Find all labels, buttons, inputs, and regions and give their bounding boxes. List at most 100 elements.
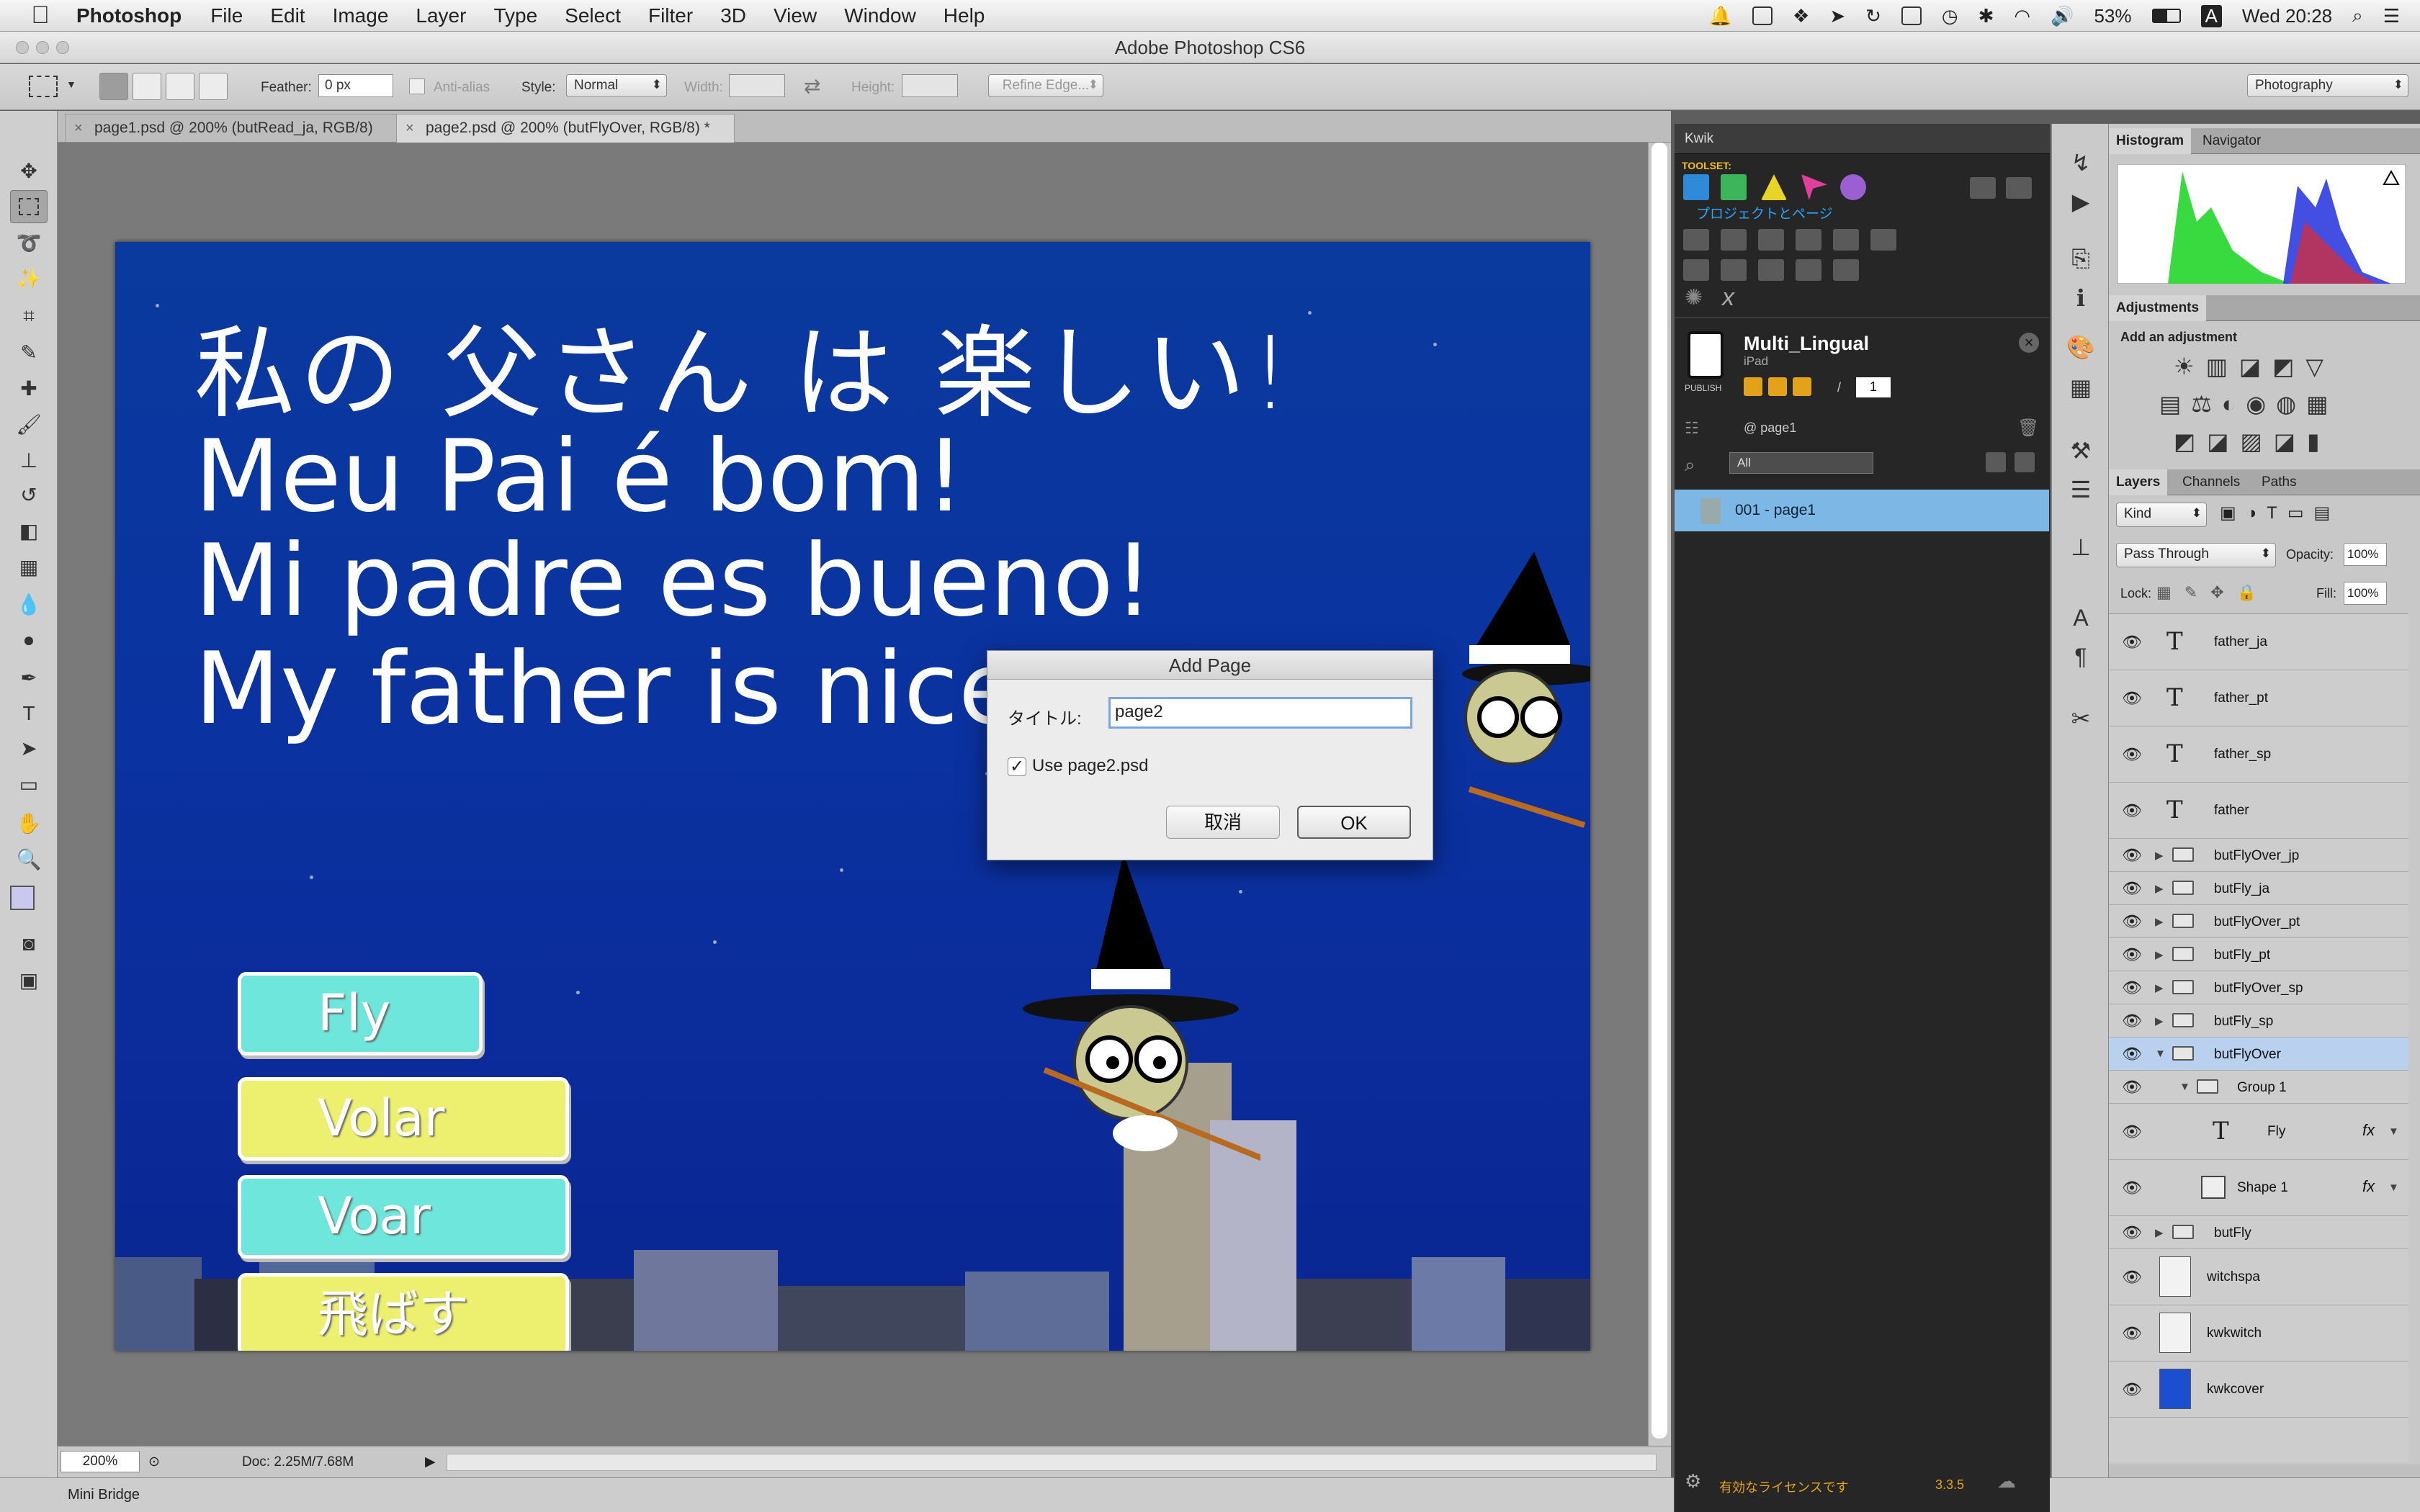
layer-name[interactable]: butFly_sp: [2214, 1014, 2273, 1030]
layer-name[interactable]: Shape 1: [2237, 1180, 2288, 1196]
refine-edge-button[interactable]: Refine Edge...: [988, 74, 1103, 97]
expand-arrow-icon[interactable]: ▶: [2155, 981, 2164, 994]
kwik-page-item[interactable]: 001 - page1: [1675, 490, 2049, 531]
menu-app-name[interactable]: Photoshop: [76, 4, 182, 27]
kwik-terminal-icon[interactable]: [1833, 229, 1859, 251]
layer-row[interactable]: 👁 T father_pt: [2109, 670, 2408, 726]
kwik-alert-icon[interactable]: [1761, 174, 1787, 200]
fx-badge[interactable]: fx: [2362, 1121, 2375, 1140]
ipad-device-icon[interactable]: [1688, 331, 1724, 379]
kwik-timer-icon[interactable]: [1796, 259, 1821, 281]
layer-row[interactable]: 👁 kwkcover: [2109, 1362, 2408, 1418]
kwik-add-page-icon[interactable]: [2015, 452, 2035, 472]
tab-adjustments[interactable]: Adjustments: [2109, 295, 2207, 321]
screen-icon[interactable]: [1752, 6, 1773, 25]
tab-paths[interactable]: Paths: [2254, 469, 2304, 495]
button-voar[interactable]: Voar: [238, 1175, 569, 1259]
healing-brush-tool-icon[interactable]: ✚: [10, 372, 48, 405]
expand-arrow-icon[interactable]: ▶: [2155, 1226, 2164, 1239]
visibility-eye-icon[interactable]: 👁: [2122, 745, 2142, 764]
cancel-button[interactable]: 取消: [1166, 806, 1280, 839]
layer-name[interactable]: Fly: [2267, 1124, 2285, 1140]
expand-arrow-icon[interactable]: ▶: [2155, 882, 2164, 895]
mini-bridge-tab[interactable]: Mini Bridge: [68, 1487, 140, 1503]
status-settings-icon[interactable]: ⊙: [148, 1446, 160, 1478]
layer-row-selected[interactable]: 👁 ▼ butFlyOver: [2109, 1038, 2408, 1071]
chevron-down-icon[interactable]: ▼: [66, 78, 76, 90]
kwik-pointer-icon[interactable]: [1801, 174, 1827, 200]
expand-arrow-icon[interactable]: ▶: [2155, 948, 2164, 961]
kwik-section-label[interactable]: プロジェクトとページ: [1696, 203, 1833, 222]
menu-type[interactable]: Type: [493, 4, 537, 27]
layer-name[interactable]: butFlyOver: [2214, 1047, 2281, 1063]
grid-icon[interactable]: ▦: [2065, 373, 2097, 402]
type-tool-icon[interactable]: T: [10, 697, 48, 730]
layer-row[interactable]: 👁 T father_sp: [2109, 726, 2408, 783]
layer-row[interactable]: 👁 ▶ butFlyOver_jp: [2109, 839, 2408, 872]
anti-alias-checkbox[interactable]: [409, 78, 425, 94]
kwik-grid-icon[interactable]: [1721, 174, 1747, 200]
collapse-arrow-icon[interactable]: ▼: [2179, 1081, 2190, 1093]
history-brush-tool-icon[interactable]: ↺: [10, 478, 48, 511]
visibility-eye-icon[interactable]: 👁: [2122, 1012, 2142, 1030]
layer-row[interactable]: 👁 kwkwitch: [2109, 1305, 2408, 1362]
pen-tool-icon[interactable]: ✒: [10, 661, 48, 694]
layer-row[interactable]: 👁 T father_ja: [2109, 614, 2408, 670]
kwik-atom-icon[interactable]: [1840, 174, 1866, 200]
ok-button[interactable]: OK: [1297, 806, 1411, 839]
layer-row[interactable]: 👁 ▶ butFly_sp: [2109, 1004, 2408, 1038]
minimize-window-button[interactable]: [36, 41, 49, 54]
kwik-folder-icon[interactable]: [2006, 177, 2032, 199]
forward-icon[interactable]: ➤: [1829, 5, 1845, 27]
button-tobasu[interactable]: 飛ばす: [238, 1273, 569, 1351]
swap-icon[interactable]: ⇄: [804, 74, 820, 98]
layer-name[interactable]: Group 1: [2237, 1080, 2287, 1096]
visibility-eye-icon[interactable]: 👁: [2122, 846, 2142, 865]
subtract-selection-button[interactable]: [166, 73, 194, 100]
kwik-new-folder-icon[interactable]: [1970, 177, 1996, 199]
menu-view[interactable]: View: [774, 4, 817, 27]
screen-mode-icon[interactable]: ▣: [10, 963, 48, 996]
layer-name[interactable]: father_ja: [2214, 634, 2267, 650]
battery-percent[interactable]: 53%: [2094, 5, 2131, 27]
visibility-eye-icon[interactable]: 👁: [2122, 1045, 2142, 1063]
layer-name[interactable]: butFlyOver_sp: [2214, 981, 2303, 996]
kwik-filter-select[interactable]: All: [1729, 452, 1873, 474]
kwik-video-icon[interactable]: [1758, 259, 1784, 281]
bluetooth-icon[interactable]: ✱: [1978, 5, 1994, 27]
width-input[interactable]: [729, 74, 785, 97]
fx-expand-icon[interactable]: ▼: [2388, 1182, 2399, 1194]
layer-kind-filter[interactable]: Kind: [2116, 503, 2207, 527]
path-selection-tool-icon[interactable]: ➤: [10, 732, 48, 765]
blend-mode-select[interactable]: Pass Through: [2116, 543, 2276, 567]
clone-stamp-tool-icon[interactable]: ⊥: [10, 444, 48, 477]
kwik-trash-icon[interactable]: 🗑: [2017, 418, 2039, 438]
kwik-project-icon[interactable]: [1683, 174, 1709, 200]
kwik-music-icon[interactable]: [1721, 259, 1747, 281]
tab-histogram[interactable]: Histogram: [2109, 128, 2191, 154]
layer-row[interactable]: 👁 ▶ butFlyOver_pt: [2109, 905, 2408, 938]
layer-name[interactable]: butFly: [2214, 1225, 2251, 1241]
visibility-eye-icon[interactable]: 👁: [2122, 1122, 2142, 1141]
close-window-button[interactable]: [16, 41, 29, 54]
visibility-eye-icon[interactable]: 👁: [2122, 633, 2142, 652]
visibility-eye-icon[interactable]: 👁: [2122, 912, 2142, 931]
foreground-color-swatch[interactable]: [10, 886, 35, 910]
kwik-x-icon[interactable]: x: [1722, 284, 1734, 312]
battery-icon[interactable]: [2151, 9, 2181, 23]
layer-name[interactable]: father_pt: [2214, 690, 2268, 706]
kwik-spinner-icon[interactable]: ✺: [1685, 285, 1703, 310]
character-icon[interactable]: A: [2065, 603, 2097, 632]
visibility-eye-icon[interactable]: 👁: [2122, 1179, 2142, 1197]
visibility-eye-icon[interactable]: 👁: [2122, 879, 2142, 898]
display-icon[interactable]: [1901, 6, 1922, 25]
spotlight-icon[interactable]: ⌕: [2352, 4, 2363, 27]
notification-center-icon[interactable]: ☰: [2383, 5, 2400, 27]
visibility-eye-icon[interactable]: 👁: [2122, 1078, 2142, 1097]
layer-row[interactable]: 👁 Shape 1 fx ▼: [2109, 1160, 2408, 1216]
kwik-plus-icon[interactable]: [1683, 259, 1709, 281]
page-title-input[interactable]: page2: [1108, 697, 1412, 729]
input-source-icon[interactable]: A: [2200, 4, 2222, 27]
fx-expand-icon[interactable]: ▼: [2388, 1125, 2399, 1138]
scrollbar-thumb[interactable]: [1652, 143, 1667, 1439]
